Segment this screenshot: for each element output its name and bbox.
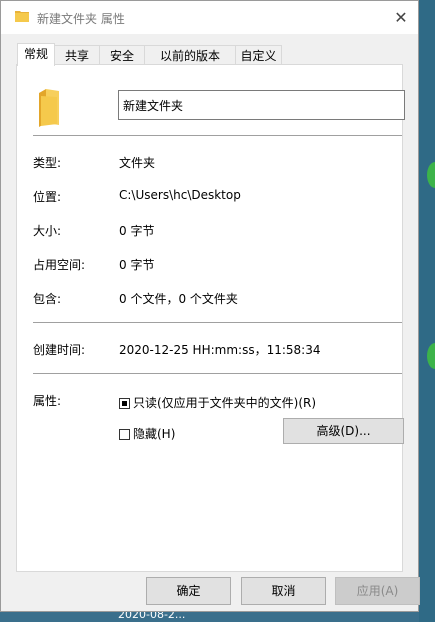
divider [33,135,402,136]
size-value: 0 字节 [119,224,155,238]
location-label: 位置: [33,190,62,204]
created-value: 2020-12-25 HH:mm:ss，11:58:34 [119,343,321,357]
size-label: 大小: [33,224,62,238]
readonly-label: 只读(仅应用于文件夹中的文件)(R) [133,396,317,410]
hidden-checkbox[interactable]: 隐藏(H) [119,425,175,442]
folder-icon [15,11,29,22]
created-label: 创建时间: [33,343,86,357]
advanced-button[interactable]: 高级(D)... [283,418,404,444]
contains-label: 包含: [33,292,62,306]
folder-icon [39,89,59,127]
tab-previous-versions[interactable]: 以前的版本 [144,45,236,65]
tab-customize[interactable]: 自定义 [235,45,282,65]
general-panel: 类型: 文件夹 位置: C:\Users\hc\Desktop 大小: 0 字节… [16,64,405,572]
readonly-checkbox[interactable]: 只读(仅应用于文件夹中的文件)(R) [119,394,316,411]
tab-label: 自定义 [240,49,277,63]
checkbox-indeterminate-icon[interactable] [119,398,130,409]
close-button[interactable]: ✕ [384,1,418,34]
type-value: 文件夹 [119,156,156,170]
folder-name-input[interactable] [118,90,405,120]
tab-security[interactable]: 安全 [99,45,145,65]
window-title: 新建文件夹 属性 [37,12,125,26]
close-icon: ✕ [394,8,408,27]
divider [33,373,402,374]
properties-dialog: 新建文件夹 属性 ✕ 常规 共享 安全 以前的版本 自定义 类型: 文件夹 位置… [0,0,420,612]
desktop-background [419,0,435,622]
title-bar[interactable]: 新建文件夹 属性 ✕ [1,1,418,34]
apply-button[interactable]: 应用(A) [335,577,420,605]
tab-label: 安全 [109,49,134,63]
tab-label: 共享 [64,49,89,63]
tab-label: 以前的版本 [159,49,220,63]
tab-general[interactable]: 常规 [17,43,55,66]
attributes-label: 属性: [33,394,62,408]
tab-sharing[interactable]: 共享 [54,45,100,65]
contains-value: 0 个文件，0 个文件夹 [119,292,238,306]
hidden-label: 隐藏(H) [133,427,176,441]
ok-button[interactable]: 确定 [146,577,231,605]
disk-size-value: 0 字节 [119,258,155,272]
tab-label: 常规 [23,47,48,61]
disk-size-label: 占用空间: [33,258,86,272]
checkbox-icon[interactable] [119,429,130,440]
cancel-button[interactable]: 取消 [241,577,326,605]
type-label: 类型: [33,156,62,170]
divider [33,322,402,323]
location-value: C:\Users\hc\Desktop [119,188,241,202]
